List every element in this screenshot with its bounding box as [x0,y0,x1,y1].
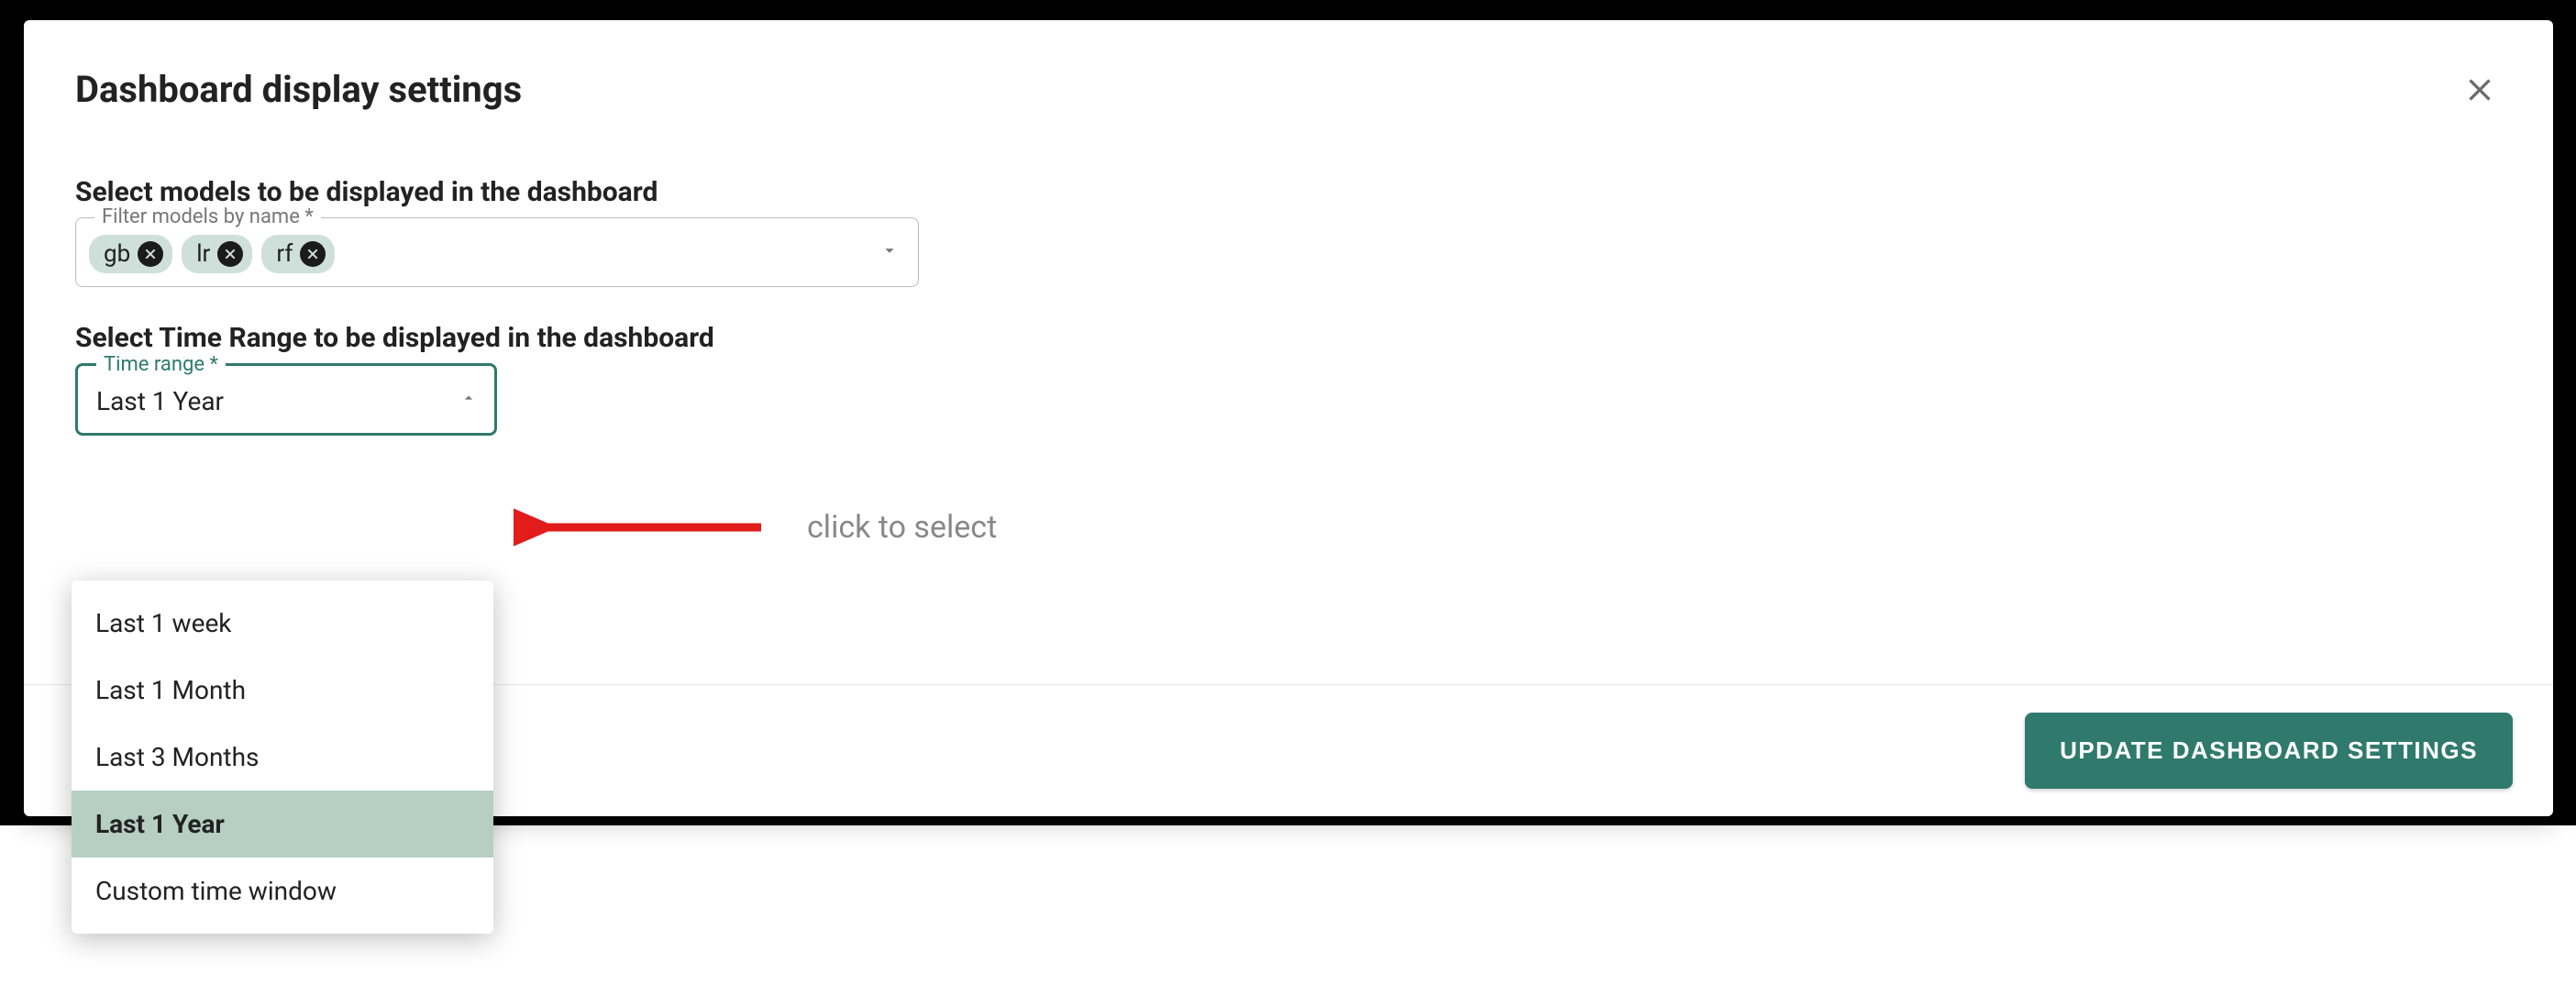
timerange-section-label: Select Time Range to be displayed in the… [75,322,2502,354]
time-range-option[interactable]: Last 1 week [72,590,493,657]
time-range-option[interactable]: Last 1 Year [72,791,493,858]
model-chip-label: lr [196,240,210,268]
time-range-option[interactable]: Last 3 Months [72,724,493,791]
time-range-option[interactable]: Last 1 Month [72,657,493,724]
update-settings-button[interactable]: UPDATE DASHBOARD SETTINGS [2025,713,2513,789]
model-chip-label: gb [104,240,130,268]
chevron-up-icon [459,389,478,411]
remove-chip-button[interactable] [300,241,326,267]
close-icon [2463,73,2496,106]
close-icon [143,247,158,261]
chevron-down-icon[interactable] [879,240,900,264]
close-button[interactable] [2458,68,2502,112]
models-section-label: Select models to be displayed in the das… [75,176,2502,208]
time-range-select[interactable]: Time range * Last 1 Year [75,363,497,436]
time-range-dropdown: Last 1 week Last 1 Month Last 3 Months L… [72,581,493,934]
model-chip: rf [261,235,335,273]
time-range-option[interactable]: Custom time window [72,858,493,924]
dialog-header: Dashboard display settings [24,20,2553,139]
model-chip: lr [182,235,252,273]
filter-models-field[interactable]: Filter models by name * gb lr rf [75,217,919,287]
filter-models-label: Filter models by name * [94,205,321,228]
close-icon [305,247,320,261]
close-icon [223,247,238,261]
model-chip: gb [89,235,172,273]
remove-chip-button[interactable] [217,241,243,267]
dialog-title: Dashboard display settings [75,68,522,111]
model-chip-label: rf [276,240,293,268]
remove-chip-button[interactable] [138,241,163,267]
time-range-value: Last 1 Year [96,386,224,416]
time-range-label: Time range * [96,353,226,376]
